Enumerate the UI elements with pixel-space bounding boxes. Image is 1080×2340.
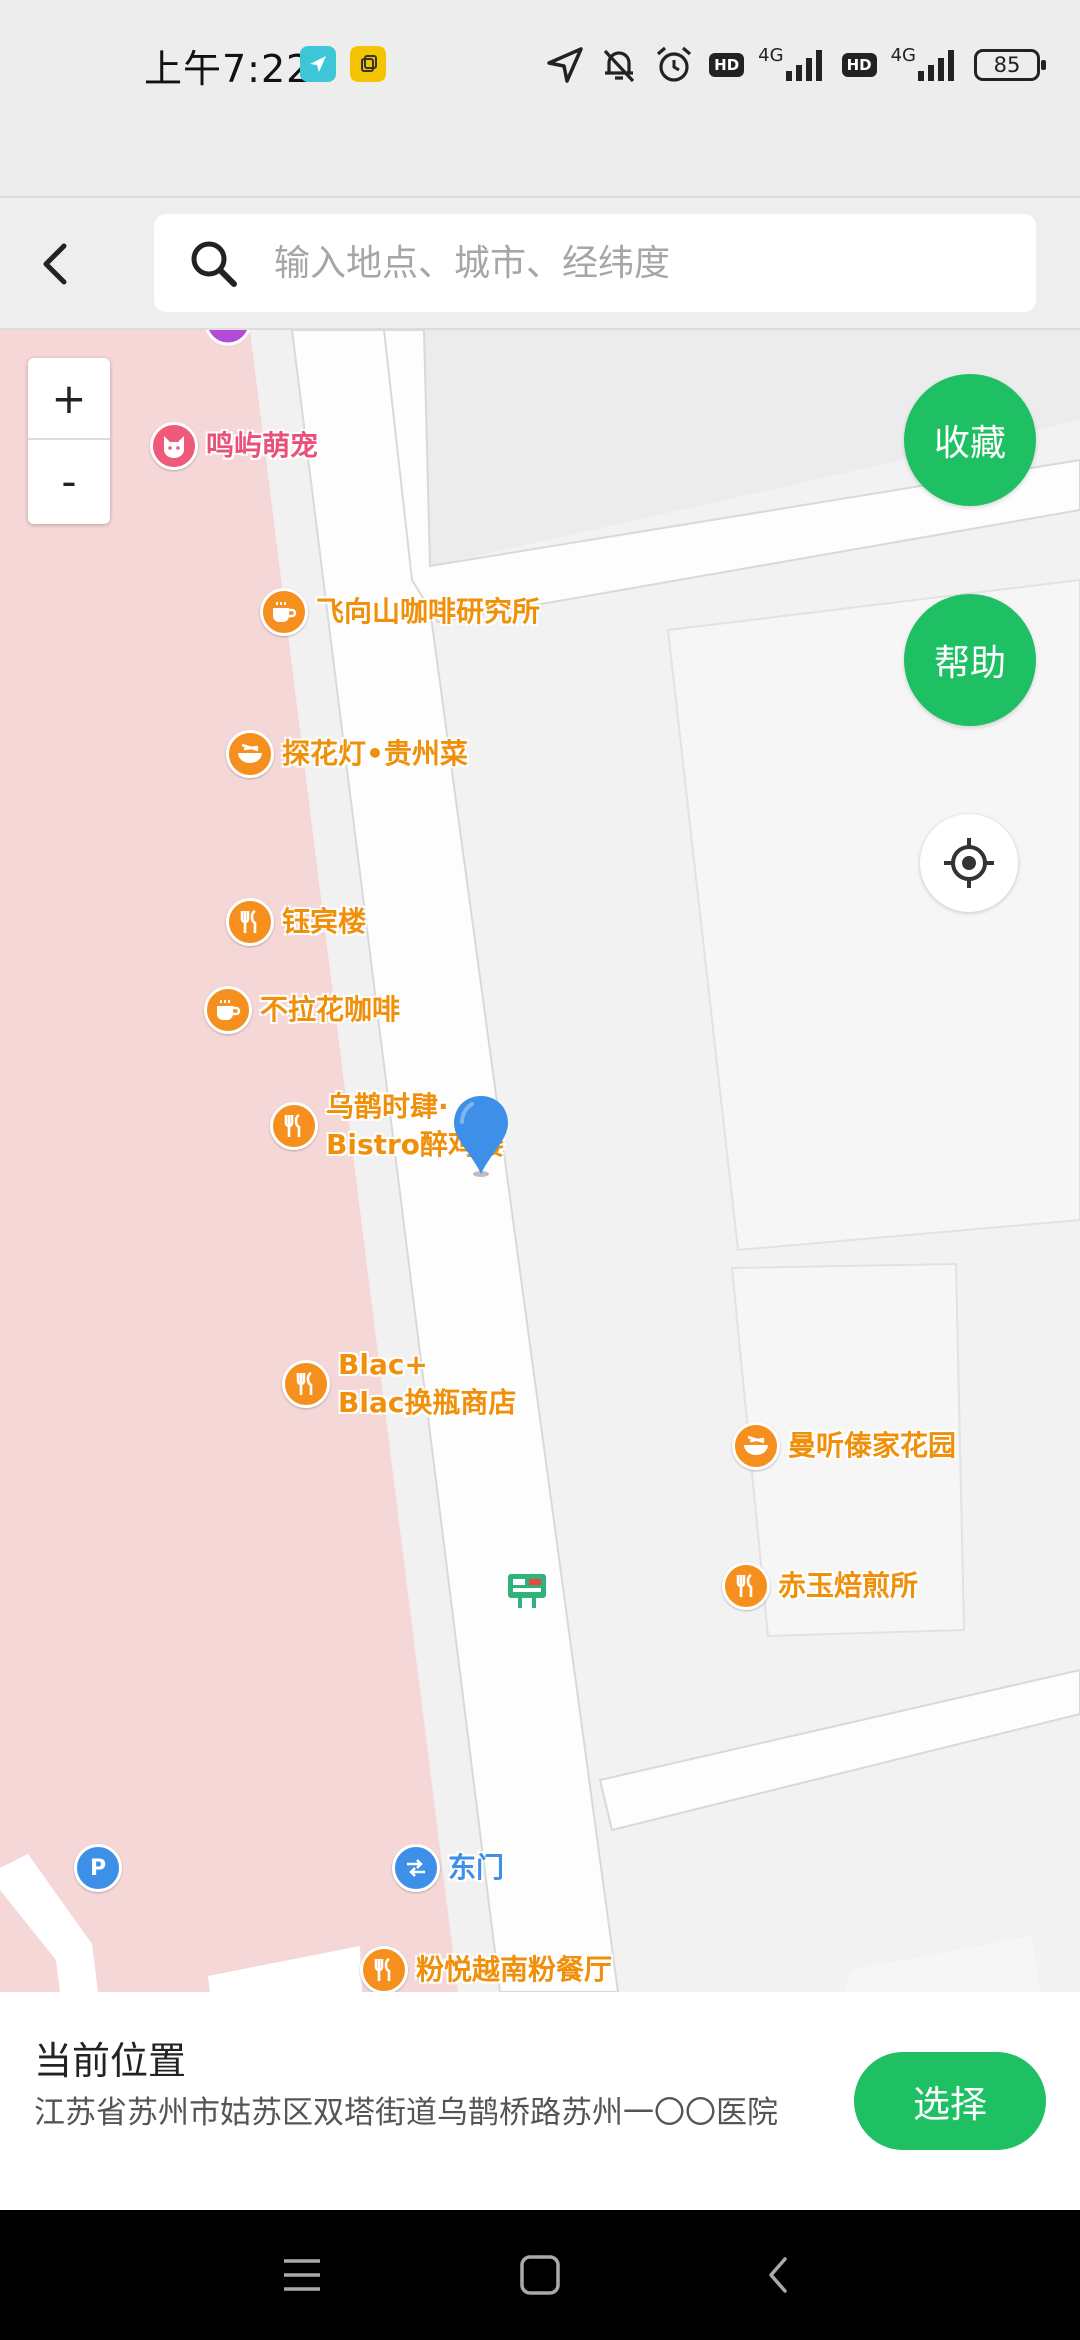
zoom-in-button[interactable]: + bbox=[28, 358, 110, 440]
screen: 上午7:22 HD 4G HD 4G 85 输入地点、城市、经纬度 + - 收藏… bbox=[0, 0, 1080, 2340]
poi-label: 探花灯•贵州菜 bbox=[282, 737, 468, 770]
status-bar: 上午7:22 HD 4G HD 4G 85 bbox=[0, 0, 1080, 196]
crosshair-icon bbox=[944, 838, 994, 888]
poi-label: 赤玉焙煎所 bbox=[778, 1569, 919, 1602]
poi-label: 飞向山咖啡研究所 bbox=[316, 595, 541, 628]
poi-east-gate[interactable]: 东门 bbox=[392, 1844, 504, 1892]
battery-icon: 85 bbox=[974, 49, 1046, 81]
poi-bulahua-coffee[interactable]: 不拉花咖啡 bbox=[204, 986, 400, 1034]
coffee-icon bbox=[260, 588, 308, 636]
poi-label-line1: Blac+ bbox=[338, 1348, 428, 1381]
back-button[interactable] bbox=[30, 234, 80, 294]
poi-label-line2: Blac换瓶商店 bbox=[338, 1386, 517, 1419]
utensils-icon bbox=[722, 1562, 770, 1610]
poi-pet-shop[interactable]: 鸣屿萌宠 bbox=[150, 422, 318, 470]
poi-label: 不拉花咖啡 bbox=[260, 993, 401, 1026]
chevron-left-icon bbox=[43, 243, 67, 285]
zoom-out-button[interactable]: - bbox=[28, 440, 110, 522]
bowl-icon bbox=[226, 730, 274, 778]
bus-stop-icon[interactable] bbox=[506, 1572, 548, 1610]
home-icon[interactable] bbox=[510, 2250, 570, 2300]
location-panel: 当前位置 江苏省苏州市姑苏区双塔街道乌鹊桥路苏州一〇〇医院 选择 bbox=[0, 1992, 1080, 2210]
poi-vietnamese-restaurant[interactable]: 粉悦越南粉餐厅 bbox=[360, 1946, 612, 1992]
poi-yubin-restaurant[interactable]: 钰宾楼 bbox=[226, 898, 366, 946]
pet-icon bbox=[150, 422, 198, 470]
search-box[interactable] bbox=[154, 214, 1036, 312]
coffee-icon bbox=[204, 986, 252, 1034]
send-icon bbox=[300, 46, 336, 82]
poi-coffee-institute[interactable]: 飞向山咖啡研究所 bbox=[260, 588, 540, 636]
mute-icon bbox=[603, 49, 635, 83]
status-icons: HD 4G HD 4G 85 bbox=[545, 40, 1046, 90]
current-location-title: 当前位置 bbox=[34, 2039, 187, 2083]
alarm-icon bbox=[657, 46, 692, 82]
zoom-control: + - bbox=[28, 358, 110, 524]
back-icon[interactable] bbox=[748, 2250, 808, 2300]
entrance-icon bbox=[392, 1844, 440, 1892]
poi-label: 钰宾楼 bbox=[282, 905, 367, 938]
utensils-icon bbox=[282, 1360, 330, 1408]
hd-badge: HD bbox=[709, 53, 745, 77]
poi-label: Blac+ Blac换瓶商店 bbox=[338, 1346, 516, 1422]
location-arrow-icon bbox=[547, 47, 583, 83]
poi-label-line1: 乌鹊时肆· bbox=[326, 1090, 449, 1123]
utensils-icon bbox=[360, 1946, 408, 1992]
search-icon bbox=[191, 241, 237, 287]
system-nav-bar bbox=[0, 2210, 1080, 2340]
poi-label: 曼听傣家花园 bbox=[788, 1429, 957, 1462]
battery-level: 85 bbox=[993, 53, 1021, 77]
poi-dai-garden[interactable]: 曼听傣家花园 bbox=[732, 1422, 956, 1470]
map-base bbox=[0, 330, 1080, 1992]
poi-chiyu-roastery[interactable]: 赤玉焙煎所 bbox=[722, 1562, 918, 1610]
utensils-icon bbox=[270, 1102, 318, 1150]
poi-blac-store[interactable]: Blac+ Blac换瓶商店 bbox=[282, 1346, 516, 1422]
hd-badge: HD bbox=[841, 53, 877, 77]
network-type: 4G bbox=[890, 44, 916, 66]
signal-icon bbox=[918, 50, 954, 81]
poi-label: 东门 bbox=[448, 1851, 505, 1884]
utensils-icon bbox=[226, 898, 274, 946]
poi-label: 鸣屿萌宠 bbox=[206, 429, 319, 462]
current-address: 江苏省苏州市姑苏区双塔街道乌鹊桥路苏州一〇〇医院 bbox=[34, 2095, 778, 2131]
signal-icon bbox=[785, 50, 822, 81]
select-button[interactable]: 选择 bbox=[854, 2052, 1046, 2150]
poi-guizhou-restaurant[interactable]: 探花灯•贵州菜 bbox=[226, 730, 468, 778]
network-type: 4G bbox=[758, 44, 784, 66]
locate-button[interactable] bbox=[920, 814, 1018, 912]
map-pin-icon bbox=[454, 1096, 508, 1177]
bowl-icon bbox=[732, 1422, 780, 1470]
header bbox=[0, 196, 1080, 330]
help-button[interactable]: 帮助 bbox=[904, 594, 1036, 726]
parking-icon: P bbox=[74, 1844, 122, 1892]
search-input[interactable] bbox=[274, 214, 1014, 312]
poi-parking[interactable]: P bbox=[74, 1844, 122, 1892]
status-time: 上午7:22 bbox=[144, 47, 312, 91]
poi-label: 粉悦越南粉餐厅 bbox=[416, 1953, 613, 1986]
copy-icon bbox=[350, 46, 386, 82]
map-view[interactable]: + - 收藏 帮助 鸣屿萌宠 飞向山咖啡研究所 探花灯•贵州菜 钰宾楼 不拉花咖… bbox=[0, 330, 1080, 1992]
menu-icon[interactable] bbox=[272, 2250, 332, 2300]
favorite-button[interactable]: 收藏 bbox=[904, 374, 1036, 506]
